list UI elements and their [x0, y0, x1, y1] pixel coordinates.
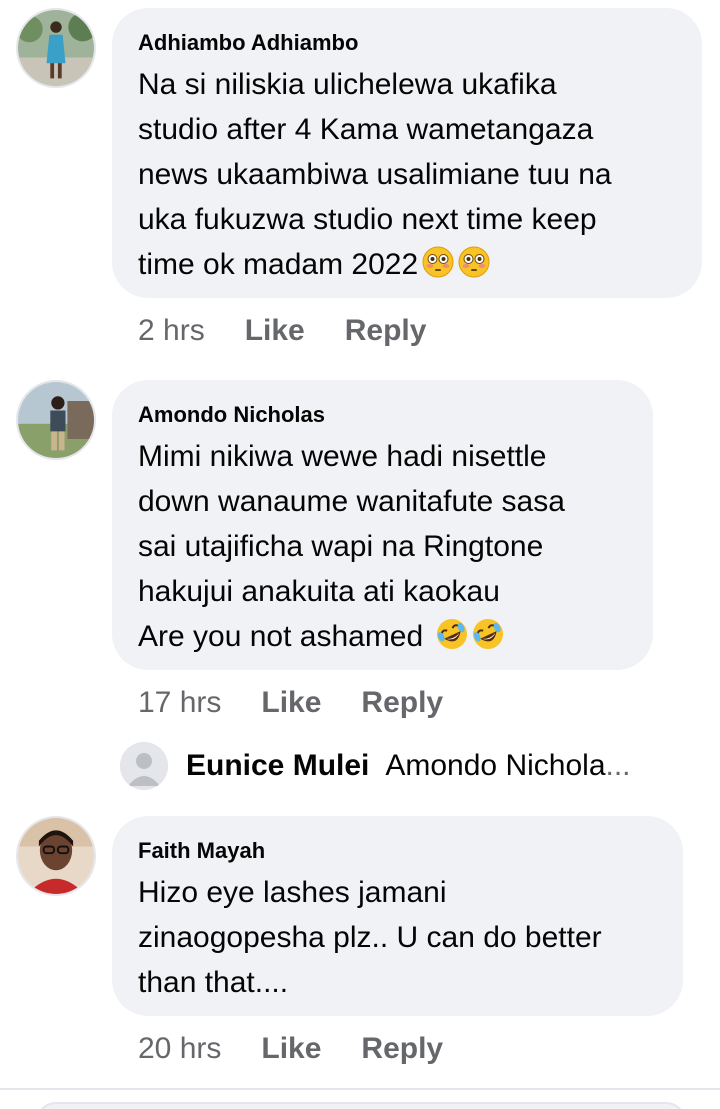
- divider: [0, 1088, 720, 1090]
- avatar-faith[interactable]: [16, 816, 96, 896]
- reply-preview[interactable]: Eunice Mulei Amondo Nichola ...: [120, 742, 631, 790]
- comment-timestamp[interactable]: 2 hrs: [138, 314, 205, 348]
- like-button[interactable]: Like: [261, 686, 321, 720]
- comment-actions: 2 hrs Like Reply: [138, 314, 426, 348]
- avatar-adhiambo[interactable]: [16, 8, 96, 88]
- comment-author[interactable]: Amondo Nicholas: [138, 402, 627, 428]
- rolling-laughing-face-icon: [436, 618, 468, 650]
- avatar-amondo[interactable]: [16, 380, 96, 460]
- comment-text: Hizo eye lashes jamani zinaogopesha plz.…: [138, 876, 602, 999]
- reply-snippet: Amondo Nichola: [385, 749, 606, 782]
- like-button[interactable]: Like: [245, 314, 305, 348]
- flushed-face-icon: [422, 246, 454, 278]
- comment-body: Na si niliskia ulichelewa ukafika studio…: [138, 68, 612, 281]
- comment-timestamp[interactable]: 20 hrs: [138, 1032, 221, 1066]
- like-button[interactable]: Like: [261, 1032, 321, 1066]
- profile-photo-icon: [18, 10, 94, 86]
- comment-text: Na si niliskia ulichelewa ukafika studio…: [138, 62, 676, 287]
- comment-bubble: Amondo Nicholas Mimi nikiwa wewe hadi ni…: [112, 380, 653, 670]
- profile-photo-icon: [18, 382, 94, 458]
- reply-button[interactable]: Reply: [361, 1032, 443, 1066]
- reply-button[interactable]: Reply: [345, 314, 427, 348]
- reply-author[interactable]: Eunice Mulei: [186, 749, 369, 783]
- flushed-face-icon: [458, 246, 490, 278]
- comment-author[interactable]: Adhiambo Adhiambo: [138, 30, 676, 56]
- comment-bubble: Faith Mayah Hizo eye lashes jamani zinao…: [112, 816, 683, 1016]
- comment-author[interactable]: Faith Mayah: [138, 838, 657, 864]
- profile-photo-icon: [18, 818, 94, 894]
- rolling-laughing-face-icon: [472, 618, 504, 650]
- comment-timestamp[interactable]: 17 hrs: [138, 686, 221, 720]
- comment-actions: 20 hrs Like Reply: [138, 1032, 443, 1066]
- reply-ellipsis: ...: [605, 749, 631, 782]
- comment-bubble: Adhiambo Adhiambo Na si niliskia ulichel…: [112, 8, 702, 298]
- comment-text: Mimi nikiwa wewe hadi nisettle down wana…: [138, 434, 627, 659]
- comment-actions: 17 hrs Like Reply: [138, 686, 443, 720]
- comment-composer[interactable]: [36, 1102, 686, 1109]
- default-avatar-icon: [120, 742, 168, 790]
- reply-button[interactable]: Reply: [361, 686, 443, 720]
